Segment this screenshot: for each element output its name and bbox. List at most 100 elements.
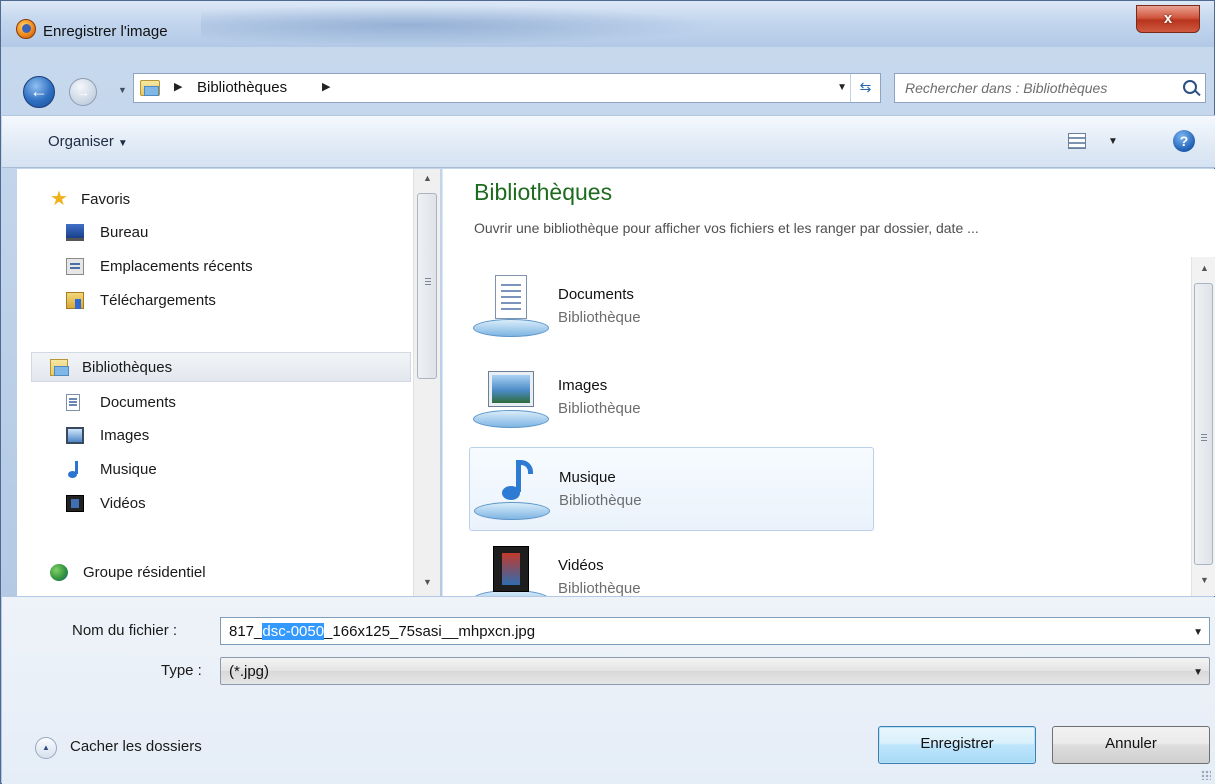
command-bar: Organiser ▼ ▼ ?	[2, 115, 1215, 168]
sidebar-item-favorites[interactable]: ★ Favoris	[17, 185, 412, 215]
cancel-button[interactable]: Annuler	[1052, 726, 1210, 764]
chevron-down-icon[interactable]: ▼	[1193, 627, 1203, 638]
hide-folders-label: Cacher les dossiers	[70, 738, 202, 755]
sidebar-item-label: Téléchargements	[100, 292, 216, 309]
star-icon: ★	[50, 188, 68, 210]
videos-library-icon	[473, 546, 549, 596]
filename-value: 817_dsc-0050_166x125_75sasi__mhpxcn.jpg	[229, 623, 535, 640]
filename-suffix: _166x125_75sasi__mhpxcn.jpg	[324, 623, 536, 640]
change-view-icon[interactable]	[1068, 133, 1086, 149]
documents-library-icon	[473, 275, 549, 343]
library-name: Images	[558, 377, 608, 394]
library-type: Bibliothèque	[558, 580, 641, 596]
library-type: Bibliothèque	[559, 492, 642, 509]
sidebar-item-label: Bureau	[100, 224, 149, 241]
save-form: Nom du fichier : 817_dsc-0050_166x125_75…	[2, 597, 1215, 784]
filename-selected-text: dsc-0050	[262, 623, 325, 640]
navigation-pane-scrollbar[interactable]: ▲ ▼	[413, 169, 440, 596]
sidebar-item-label: Documents	[100, 394, 176, 411]
sidebar-item-label: Bibliothèques	[82, 359, 173, 376]
grip-icon	[1201, 434, 1207, 442]
chevron-down-icon: ▼	[117, 138, 128, 149]
images-icon	[66, 427, 84, 444]
music-icon	[66, 461, 84, 478]
sidebar-item-music[interactable]: Musique	[17, 455, 412, 485]
sidebar-item-label: Groupe résidentiel	[83, 564, 206, 581]
file-type-value: (*.jpg)	[229, 663, 270, 680]
title-bar-glow	[201, 5, 721, 45]
library-type: Bibliothèque	[558, 400, 641, 417]
window-title: Enregistrer l'image	[43, 23, 168, 40]
homegroup-icon	[50, 564, 68, 581]
sidebar-item-label: Emplacements récents	[100, 258, 253, 275]
scroll-down-icon[interactable]: ▼	[1200, 575, 1209, 585]
scroll-up-icon[interactable]: ▲	[1200, 263, 1209, 273]
sidebar-item-homegroup[interactable]: Groupe résidentiel	[17, 558, 412, 588]
search-icon[interactable]	[1183, 80, 1197, 94]
organise-menu-button[interactable]: Organiser ▼	[48, 133, 128, 150]
page-title: Bibliothèques	[474, 179, 613, 205]
documents-icon	[66, 394, 80, 411]
scrollbar-thumb[interactable]	[417, 193, 437, 379]
sidebar-item-label: Favoris	[81, 191, 131, 208]
sidebar-item-videos[interactable]: Vidéos	[17, 489, 412, 519]
resize-grip[interactable]	[1201, 770, 1211, 780]
library-type: Bibliothèque	[558, 309, 641, 326]
organise-label: Organiser	[48, 133, 114, 150]
search-input[interactable]: Rechercher dans : Bibliothèques	[894, 73, 1206, 103]
sidebar-item-libraries[interactable]: Bibliothèques	[31, 352, 411, 382]
sidebar-item-documents[interactable]: Documents	[17, 388, 412, 418]
firefox-icon	[16, 19, 36, 39]
scroll-up-icon[interactable]: ▲	[423, 173, 432, 183]
file-type-select[interactable]: (*.jpg) ▼	[220, 657, 1210, 685]
address-dropdown-icon[interactable]: ▼	[837, 82, 847, 93]
grip-icon	[425, 278, 431, 286]
navigation-bar: ← → ▼ ▶ Bibliothèques ▶ ▼ ⇆ Rechercher d…	[1, 47, 1214, 115]
breadcrumb-libraries[interactable]: Bibliothèques	[197, 79, 287, 96]
sidebar-item-label: Images	[100, 427, 150, 444]
filename-input[interactable]: 817_dsc-0050_166x125_75sasi__mhpxcn.jpg …	[220, 617, 1210, 645]
library-name: Vidéos	[558, 557, 604, 574]
save-button[interactable]: Enregistrer	[878, 726, 1036, 764]
library-name: Documents	[558, 286, 634, 303]
recent-pages-dropdown-icon[interactable]: ▼	[118, 85, 127, 95]
music-library-icon	[474, 458, 550, 526]
desktop-icon	[66, 224, 84, 241]
view-options-dropdown-icon[interactable]: ▼	[1108, 136, 1118, 147]
title-bar: Enregistrer l'image x	[1, 1, 1214, 47]
downloads-icon	[66, 292, 84, 309]
sidebar-item-images[interactable]: Images	[17, 421, 412, 451]
save-image-dialog: Enregistrer l'image x ← → ▼ ▶ Bibliothèq…	[0, 0, 1215, 784]
refresh-icon: ⇆	[859, 79, 872, 95]
libraries-folder-icon	[140, 80, 160, 96]
scroll-down-icon[interactable]: ▼	[423, 577, 432, 587]
breadcrumb-arrow-icon[interactable]: ▶	[322, 80, 330, 93]
type-label: Type :	[161, 662, 202, 679]
library-item-videos[interactable]: Vidéos Bibliothèque	[469, 536, 874, 596]
chevron-down-icon: ▼	[1193, 667, 1203, 678]
forward-button[interactable]: →	[69, 78, 97, 106]
scrollbar-thumb[interactable]	[1194, 283, 1213, 565]
refresh-button[interactable]: ⇆	[850, 74, 880, 102]
sidebar-item-recent-places[interactable]: Emplacements récents	[17, 252, 412, 282]
navigation-pane: ★ Favoris Bureau Emplacements récents Té…	[17, 169, 440, 596]
library-item-music[interactable]: Musique Bibliothèque	[469, 447, 874, 531]
close-button[interactable]: x	[1136, 5, 1200, 33]
search-placeholder: Rechercher dans : Bibliothèques	[905, 80, 1108, 96]
library-name: Musique	[559, 469, 616, 486]
address-bar[interactable]: ▶ Bibliothèques ▶ ▼ ⇆	[133, 73, 881, 103]
content-pane-scrollbar[interactable]: ▲ ▼	[1191, 257, 1215, 596]
chevron-up-icon: ▲	[35, 737, 57, 759]
sidebar-item-downloads[interactable]: Téléchargements	[17, 286, 412, 316]
breadcrumb-arrow-icon[interactable]: ▶	[174, 80, 182, 93]
library-item-documents[interactable]: Documents Bibliothèque	[469, 265, 874, 349]
back-button[interactable]: ←	[23, 76, 55, 108]
recent-places-icon	[66, 258, 84, 275]
library-item-images[interactable]: Images Bibliothèque	[469, 356, 874, 440]
images-library-icon	[473, 366, 549, 434]
filename-prefix: 817_	[229, 623, 263, 640]
filename-label: Nom du fichier :	[72, 622, 178, 639]
help-icon[interactable]: ?	[1173, 130, 1195, 152]
sidebar-item-desktop[interactable]: Bureau	[17, 218, 412, 248]
sidebar-item-label: Musique	[100, 461, 157, 478]
